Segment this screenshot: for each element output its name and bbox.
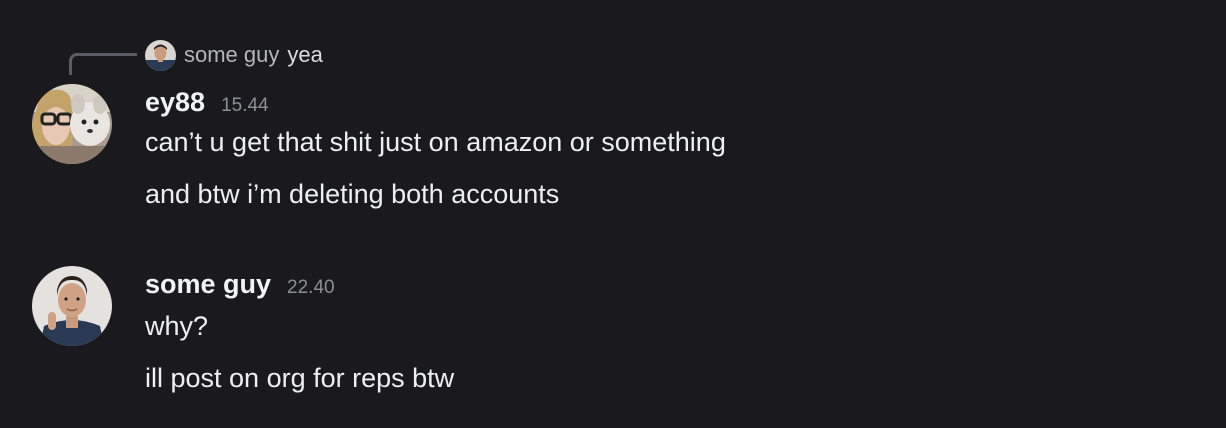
reply-reference[interactable]: some guy yea <box>145 39 323 71</box>
timestamp[interactable]: 22.40 <box>287 277 335 299</box>
message-header: ey88 15.44 <box>145 87 269 118</box>
reply-message-preview[interactable]: yea <box>287 42 322 68</box>
avatar[interactable] <box>32 84 112 164</box>
message-text[interactable]: why? <box>145 311 208 342</box>
author-name[interactable]: ey88 <box>145 87 205 118</box>
reply-avatar[interactable] <box>145 39 176 71</box>
author-name[interactable]: some guy <box>145 269 271 300</box>
message-header: some guy 22.40 <box>145 269 335 300</box>
reply-connector <box>69 53 137 75</box>
message-text[interactable]: can’t u get that shit just on amazon or … <box>145 127 726 158</box>
message-text[interactable]: ill post on org for reps btw <box>145 363 454 394</box>
avatar[interactable] <box>32 266 112 346</box>
message-text[interactable]: and btw i’m deleting both accounts <box>145 179 559 210</box>
timestamp[interactable]: 15.44 <box>221 95 269 117</box>
reply-author-name[interactable]: some guy <box>184 42 279 68</box>
